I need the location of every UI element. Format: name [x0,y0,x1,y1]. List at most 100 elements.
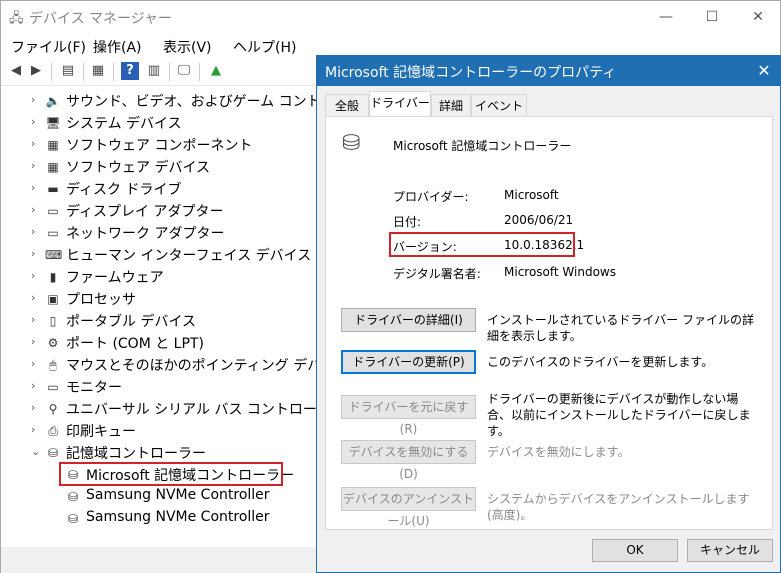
tree-item-label: 印刷キュー [66,424,136,440]
device-name: Microsoft 記憶域コントローラー [393,139,572,153]
ok-button[interactable]: OK [592,539,678,562]
horizontal-scrollbar[interactable] [1,547,318,573]
usb-icon: ⚲ [48,402,58,416]
speaker-icon: 🔈 [45,94,61,108]
provider-value: Microsoft [504,188,559,202]
roll-back-driver-button[interactable]: ドライバーを元に戻す(R) [341,395,476,436]
storage-controller-icon: ⛁ [47,446,59,460]
chevron-down-icon[interactable]: ⌄ [31,445,40,458]
update-driver-button[interactable]: ドライバーの更新(P) [341,350,476,374]
tree-item[interactable]: › ⎙ 印刷キュー [1,420,318,442]
chevron-right-icon[interactable]: › [31,313,35,326]
chevron-right-icon[interactable]: › [31,401,35,414]
display-adapter-icon: ▭ [47,204,59,218]
disk-drive-icon: ▬ [47,182,59,196]
toolbar-separator [83,63,84,81]
toolbar-separator [169,63,170,81]
date-value: 2006/06/21 [504,213,574,227]
tree-item[interactable]: › 🔈 サウンド、ビデオ、およびゲーム コントローラー [1,90,377,112]
tab-driver[interactable]: ドライバー [369,91,431,117]
tree-child-label: Samsung NVMe Controller [86,487,270,503]
properties-icon[interactable]: ▦ [89,62,107,80]
minimize-icon[interactable]: — [643,5,689,29]
tree-item-label: ユニバーサル シリアル バス コントローラー [66,402,345,418]
close-icon[interactable]: ✕ [752,59,776,83]
dialog-title-bar: Microsoft 記憶域コントローラーのプロパティ ✕ [317,56,780,86]
tree-item[interactable]: › ⌨ ヒューマン インターフェイス デバイス [1,244,318,266]
tree-item-label: ヒューマン インターフェイス デバイス [66,248,312,264]
tab-details[interactable]: 詳細 [431,94,471,116]
dialog-title: Microsoft 記憶域コントローラーのプロパティ [325,65,617,81]
help-icon[interactable]: ? [121,62,139,80]
disable-device-desc: デバイスを無効にします。 [487,445,630,459]
tree-item-label: システム デバイス [66,116,182,132]
chevron-right-icon[interactable]: › [31,247,35,260]
update-driver-icon[interactable]: ▲ [207,62,225,80]
driver-details-button[interactable]: ドライバーの詳細(I) [341,308,476,332]
port-icon: ⚙ [47,336,59,350]
printer-icon: ⎙ [48,424,58,438]
chevron-right-icon[interactable]: › [31,423,35,436]
firmware-icon: ▮ [49,270,57,284]
menu-action[interactable]: 操作(A) [93,37,142,57]
monitor-icon: ▭ [47,380,59,394]
chevron-right-icon[interactable]: › [31,181,35,194]
tree-item[interactable]: › 🖱 マウスとそのほかのポインティング デバイス [1,354,349,376]
tree-item[interactable]: › ▦ ソフトウェア デバイス [1,156,318,178]
chevron-right-icon[interactable]: › [31,225,35,238]
tree-child-item[interactable]: ⛁ Samsung NVMe Controller [1,508,318,530]
tab-general[interactable]: 全般 [325,94,369,116]
chevron-right-icon[interactable]: › [31,115,35,128]
close-icon[interactable]: ✕ [735,5,781,29]
properties-dialog: Microsoft 記憶域コントローラーのプロパティ ✕ 全般 ドライバー 詳細… [316,55,781,573]
menu-help[interactable]: ヘルプ(H) [233,37,296,57]
tree-item[interactable]: › ⚙ ポート (COM と LPT) [1,332,318,354]
tree-item[interactable]: › ▭ ディスプレイ アダプター [1,200,318,222]
tree-child-item[interactable]: ⛁ Samsung NVMe Controller [1,486,318,508]
software-component-icon: ▦ [47,138,59,152]
uninstall-device-desc: システムからデバイスをアンインストールします (高度)。 [487,492,750,522]
view-icon[interactable]: ▥ [145,62,163,80]
software-device-icon: ▦ [47,160,59,174]
tree-item-label: 記憶域コントローラー [66,446,206,462]
chevron-right-icon[interactable]: › [31,357,35,370]
tab-events[interactable]: イベント [471,94,527,116]
chevron-right-icon[interactable]: › [31,93,35,106]
tree-item[interactable]: › ▬ ディスク ドライブ [1,178,318,200]
chevron-right-icon[interactable]: › [31,269,35,282]
tree-item-label: ディスク ドライブ [66,182,182,198]
tree-item[interactable]: › ▭ ネットワーク アダプター [1,222,318,244]
uninstall-device-button[interactable]: デバイスのアンインストール(U) [341,487,476,528]
forward-icon[interactable]: ▶ [27,62,45,80]
system-device-icon: 🖥 [45,116,61,130]
tree-item-label: ソフトウェア コンポーネント [66,138,253,154]
show-hide-console-tree-icon[interactable]: ▤ [59,62,77,80]
driver-details-desc: インストールされているドライバー ファイルの詳細を表示します。 [487,313,754,343]
network-adapter-icon: ▭ [47,226,59,240]
tree-item[interactable]: › ▦ ソフトウェア コンポーネント [1,134,318,156]
tree-item-label: マウスとそのほかのポインティング デバイス [66,358,349,374]
tree-item-label: モニター [66,380,122,396]
chevron-right-icon[interactable]: › [31,137,35,150]
chevron-right-icon[interactable]: › [31,159,35,172]
roll-back-driver-desc: ドライバーの更新後にデバイスが動作しない場合、以前にインストールしたドライバーに… [487,392,751,438]
title-bar: 🖧 デバイス マネージャー — ☐ ✕ [1,1,780,33]
tree-item[interactable]: › ▯ ポータブル デバイス [1,310,318,332]
chevron-right-icon[interactable]: › [31,291,35,304]
maximize-icon[interactable]: ☐ [689,5,735,29]
tree-item[interactable]: › ▮ ファームウェア [1,266,318,288]
menu-view[interactable]: 表示(V) [163,37,212,57]
tree-item[interactable]: › ⚲ ユニバーサル シリアル バス コントローラー [1,398,345,420]
tree-item[interactable]: ⌄ ⛁ 記憶域コントローラー [1,442,318,464]
disable-device-button[interactable]: デバイスを無効にする(D) [341,440,476,481]
chevron-right-icon[interactable]: › [31,379,35,392]
back-icon[interactable]: ◀ [7,62,25,80]
scan-hardware-icon[interactable]: 🖵 [175,62,193,80]
menu-file[interactable]: ファイル(F) [11,37,86,57]
chevron-right-icon[interactable]: › [31,203,35,216]
chevron-right-icon[interactable]: › [31,335,35,348]
cancel-button[interactable]: キャンセル [687,539,773,562]
tree-item[interactable]: › 🖥 システム デバイス [1,112,318,134]
tree-item[interactable]: › ▭ モニター [1,376,318,398]
tree-item[interactable]: › ▣ プロセッサ [1,288,318,310]
